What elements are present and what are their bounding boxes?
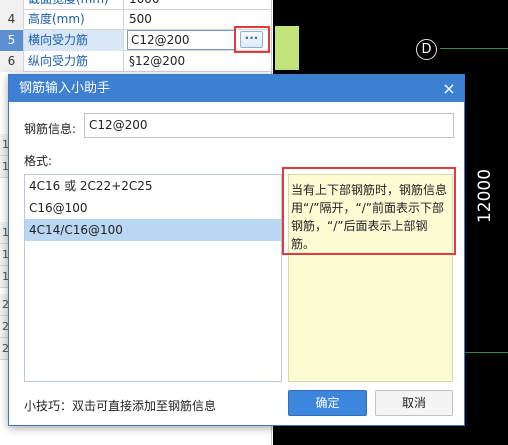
axis-bubble: D — [416, 39, 437, 60]
format-list[interactable]: 4C16 或 2C22+2C25 C16@100 4C14/C16@100 — [24, 174, 282, 382]
highlight-box — [234, 26, 270, 53]
dialog-title: 钢筋输入小助手 — [19, 81, 111, 96]
rebar-value-editor[interactable]: C12@200 — [127, 30, 235, 50]
cancel-button[interactable]: 取消 — [375, 390, 453, 416]
close-icon[interactable]: × — [440, 75, 458, 102]
highlight-box — [282, 167, 456, 255]
axis-line — [465, 352, 508, 353]
property-name: 纵向受力筋 — [24, 51, 124, 72]
format-item[interactable]: C16@100 — [25, 197, 281, 219]
rebar-info-input[interactable]: C12@200 — [84, 113, 454, 138]
row-number: 4 — [0, 9, 24, 30]
rebar-input-dialog: 钢筋输入小助手 × 钢筋信息: C12@200 格式: 4C16 或 2C22+… — [8, 74, 465, 426]
format-item[interactable]: 4C16 或 2C22+2C25 — [25, 175, 281, 197]
format-label: 格式: — [24, 154, 53, 168]
hint-text: 小技巧：双击可直接添加至钢筋信息 — [24, 399, 217, 413]
axis-line — [440, 48, 508, 49]
table-row[interactable]: 6 纵向受力筋 §12@200 — [0, 51, 272, 72]
rebar-info-label: 钢筋信息: — [24, 122, 77, 136]
property-name: 横向受力筋 — [24, 30, 124, 51]
row-number: 5 — [0, 30, 24, 51]
row-number: 6 — [0, 51, 24, 72]
format-item-selected[interactable]: 4C14/C16@100 — [25, 219, 281, 241]
ok-button[interactable]: 确定 — [288, 390, 367, 416]
dialog-titlebar[interactable]: 钢筋输入小助手 × — [9, 75, 464, 102]
selected-element-strip — [275, 26, 299, 70]
property-value[interactable]: §12@200 — [125, 51, 272, 72]
table-row[interactable]: 4 高度(mm) 500 — [0, 9, 272, 30]
dimension-label: 12000 — [475, 168, 496, 224]
property-name: 高度(mm) — [24, 9, 124, 30]
